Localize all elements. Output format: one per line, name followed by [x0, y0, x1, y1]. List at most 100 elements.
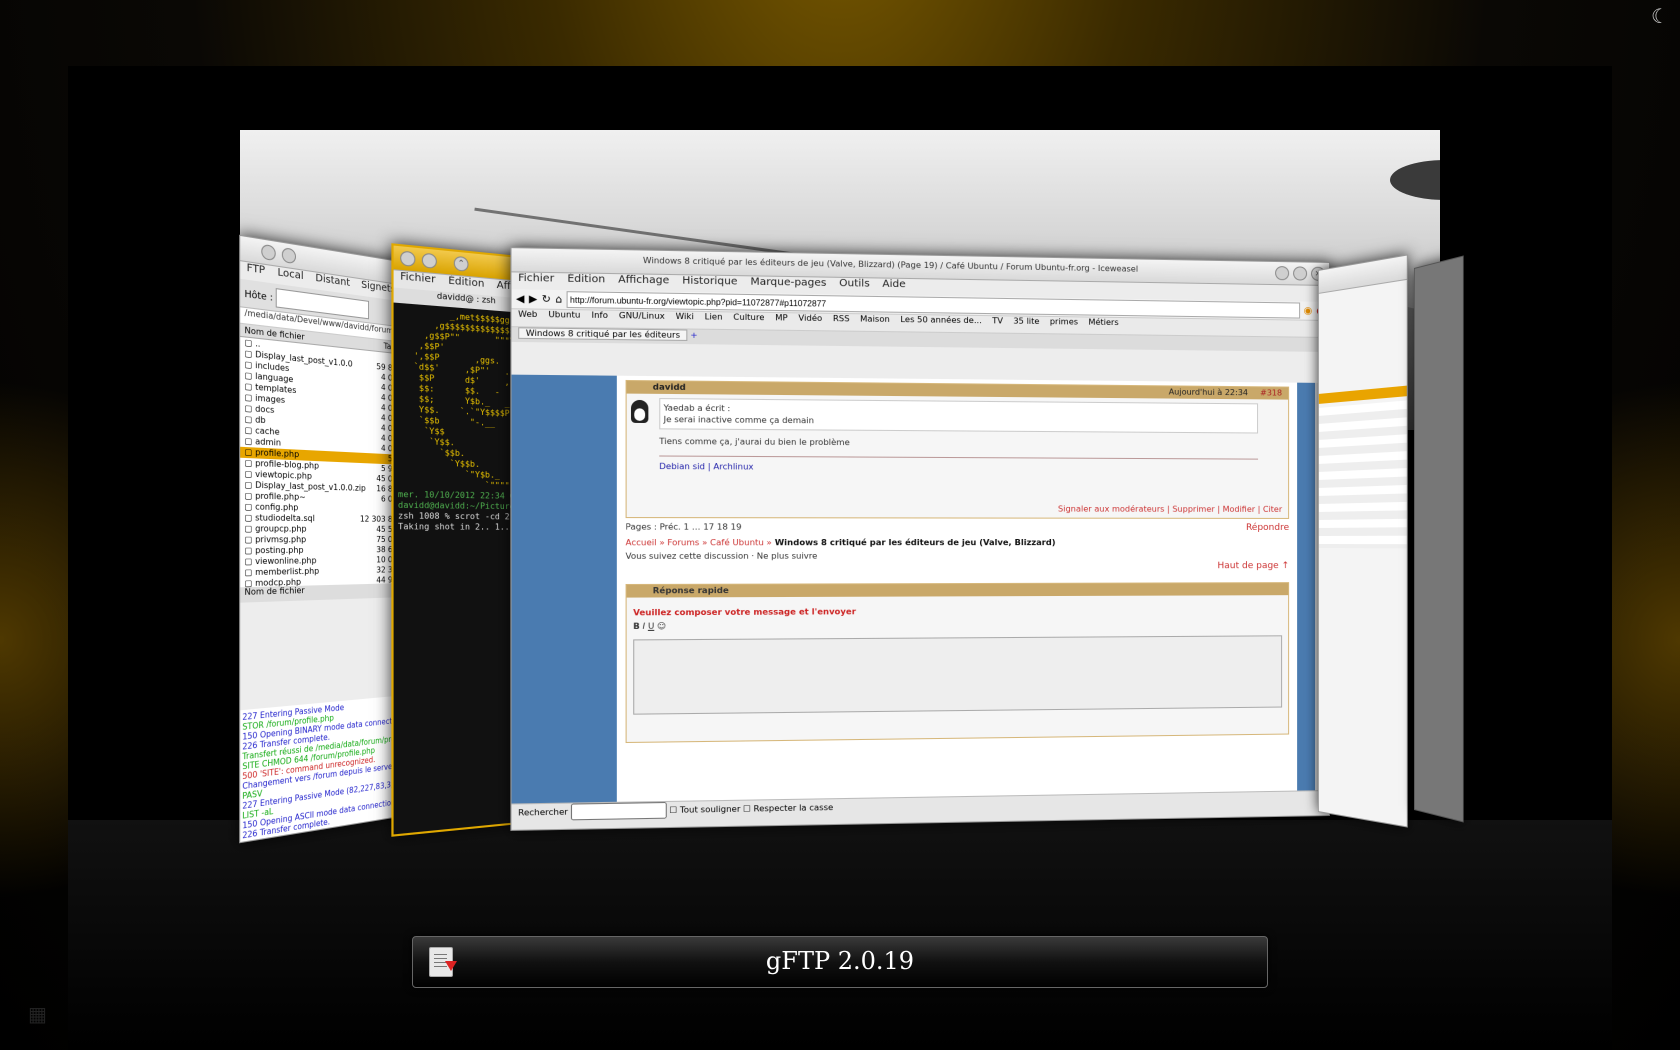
minimize-icon[interactable] [421, 252, 437, 269]
compose-prompt: Veuillez composer votre message et l'env… [633, 607, 856, 618]
rss-icon[interactable]: ◉ [1304, 305, 1313, 316]
file-name: ▢ privmsg.php [244, 534, 307, 545]
bookmark-2[interactable]: Info [591, 310, 608, 320]
post-action-link[interactable]: Signaler aux modérateurs [1058, 504, 1164, 513]
bookmark-14[interactable]: primes [1050, 317, 1078, 327]
post-reply-text: Tiens comme ça, j'aurai du bien le probl… [659, 436, 850, 448]
reload-icon[interactable]: ↻ [542, 293, 551, 305]
forum-post: davidd Aujourd'hui à 22:34 #318 Yaedab a… [625, 379, 1290, 519]
background-window-far-right[interactable] [1414, 255, 1464, 823]
bookmark-0[interactable]: Web [518, 309, 537, 319]
post-date[interactable]: Aujourd'hui à 22:34 [1169, 386, 1248, 399]
reply-link[interactable]: Répondre [1246, 523, 1289, 533]
find-input[interactable] [570, 801, 667, 821]
post-author[interactable]: davidd [653, 382, 686, 392]
host-label: Hôte : [244, 289, 273, 304]
tux-avatar-icon [630, 399, 649, 424]
find-option-checkbox[interactable]: ☐ Tout souligner [669, 804, 740, 815]
discussion-row: Vous suivez cette discussion · Ne plus s… [626, 551, 1290, 571]
browser-menu-item-0[interactable]: Fichier [518, 273, 554, 285]
smiley-icon[interactable]: ☺ [657, 621, 666, 630]
browser-menu-item-1[interactable]: Édition [567, 273, 605, 285]
gftp-log: 227 Entering Passive Mode STOR /forum/pro… [240, 695, 406, 843]
bookmark-12[interactable]: TV [992, 316, 1003, 325]
browser-menu-item-4[interactable]: Marque-pages [750, 276, 826, 289]
browser-menu-item-2[interactable]: Affichage [618, 274, 669, 286]
chevron-up-icon[interactable]: ⌃ [453, 255, 469, 272]
post-action-link[interactable]: | Citer [1255, 505, 1282, 514]
desktop-pager-icon[interactable]: ▦ [28, 1002, 52, 1026]
back-icon[interactable]: ◀ [516, 293, 524, 305]
home-icon[interactable]: ⌂ [555, 294, 562, 306]
bookmark-9[interactable]: RSS [833, 314, 850, 324]
post-number[interactable]: #318 [1260, 387, 1282, 399]
underline-icon[interactable]: U [648, 622, 654, 631]
find-options: ☐ Tout souligner ☐ Respecter la casse [669, 803, 833, 815]
post-action-link[interactable]: | Supprimer [1164, 505, 1215, 514]
file-name: ▢ studiodelta.sql [244, 512, 315, 524]
italic-icon[interactable]: I [643, 622, 646, 631]
remote-column-name[interactable]: Nom de fichier [244, 586, 304, 597]
file-name: ▢ memberlist.php [244, 566, 320, 578]
browser-menu-item-5[interactable]: Outils [839, 278, 870, 290]
browser-title: Windows 8 critiqué par les éditeurs de j… [642, 255, 1139, 274]
local-file-list[interactable]: Nom de fichier Taille ▢ ..▢ Display_last… [240, 323, 406, 588]
bookmark-1[interactable]: Ubuntu [548, 310, 580, 320]
bookmark-11[interactable]: Les 50 années de... [900, 315, 981, 325]
background-window-right[interactable] [1318, 254, 1408, 828]
moon-icon[interactable]: ☾ [1648, 4, 1672, 28]
maximize-icon[interactable] [1293, 266, 1308, 281]
quick-reply-box: Réponse rapide Veuillez composer votre m… [625, 582, 1290, 744]
browser-window[interactable]: Windows 8 critiqué par les éditeurs de j… [510, 247, 1330, 831]
gftp-window[interactable]: FTPLocalDistantSignetsTransfertsJournal … [239, 234, 406, 844]
terminal-command-output: Taking shot in 2.. 1.. [397, 521, 515, 532]
page-right-margin [1297, 382, 1316, 792]
post-action-link[interactable]: | Modifier [1215, 505, 1255, 514]
minimize-icon[interactable] [1275, 266, 1290, 281]
browser-menu-item-3[interactable]: Historique [682, 275, 737, 287]
prompt-time: mer. 10/10/2012 22:34 CEST [397, 489, 530, 502]
bookmark-3[interactable]: GNU/Linux [619, 311, 665, 321]
pagination: Pages : Préc. 1 … 17 18 19 Répondre [626, 522, 1290, 533]
reflection-floor [68, 820, 1612, 1050]
browser-menu-item-6[interactable]: Aide [882, 279, 905, 291]
page-list[interactable]: Pages : Préc. 1 … 17 18 19 [626, 522, 742, 531]
close-icon[interactable] [400, 250, 416, 267]
file-rows: ▢ .. ▢ Display_last_post_v1.0.0 59 864 ▢ in… [240, 337, 406, 587]
bookmark-7[interactable]: MP [775, 313, 788, 322]
find-option-checkbox[interactable]: ☐ Respecter la casse [740, 803, 833, 814]
post-signature[interactable]: Debian sid | Archlinux [659, 455, 1259, 475]
bookmark-6[interactable]: Culture [733, 312, 764, 322]
bookmark-4[interactable]: Wiki [676, 312, 694, 322]
forward-icon[interactable]: ▶ [529, 293, 537, 305]
breadcrumb[interactable]: Accueil » Forums » Café Ubuntu » [626, 538, 772, 547]
message-textarea[interactable] [633, 635, 1283, 715]
find-label: Rechercher [518, 807, 568, 818]
file-row[interactable]: ▢ privmsg.php 75 090 [240, 535, 405, 546]
post-actions: Signaler aux modérateurs | Supprimer | M… [1058, 504, 1282, 514]
browser-tab[interactable]: Windows 8 critiqué par les éditeurs [518, 327, 688, 341]
thread-heading: Accueil » Forums » Café Ubuntu » Windows… [626, 538, 1290, 547]
bold-icon[interactable]: B [633, 622, 640, 631]
editor-toolbar: B I U ☺ [627, 618, 1288, 631]
follow-status[interactable]: Vous suivez cette discussion · Ne plus s… [626, 551, 818, 561]
page-content: davidd Aujourd'hui à 22:34 #318 Yaedab a… [511, 374, 1330, 805]
bookmark-15[interactable]: Métiers [1088, 318, 1118, 328]
new-tab-icon[interactable]: + [690, 331, 697, 340]
bookmark-10[interactable]: Maison [860, 314, 890, 324]
bookmark-13[interactable]: 35 lite [1013, 316, 1039, 326]
page-left-margin [511, 374, 617, 805]
thread-title: Windows 8 critiqué par les éditeurs de j… [774, 537, 1056, 548]
wallpaper-tree [1390, 160, 1440, 200]
bookmark-8[interactable]: Vidéo [798, 313, 822, 323]
switcher-window-title: gFTP 2.0.19 [765, 947, 915, 975]
remote-list-header[interactable]: Nom de fichier [240, 583, 406, 603]
file-name: ▢ posting.php [244, 545, 304, 556]
file-row[interactable]: ▢ groupcp.php 45 506 [240, 524, 405, 535]
bookmark-5[interactable]: Lien [705, 312, 723, 322]
forum-page: davidd Aujourd'hui à 22:34 #318 Yaedab a… [625, 376, 1290, 803]
close-icon[interactable] [261, 243, 276, 262]
prompt-path: davidd@davidd:~/Pictures [397, 500, 520, 512]
top-link[interactable]: Haut de page ↑ [1217, 561, 1289, 571]
minimize-icon[interactable] [281, 247, 296, 265]
